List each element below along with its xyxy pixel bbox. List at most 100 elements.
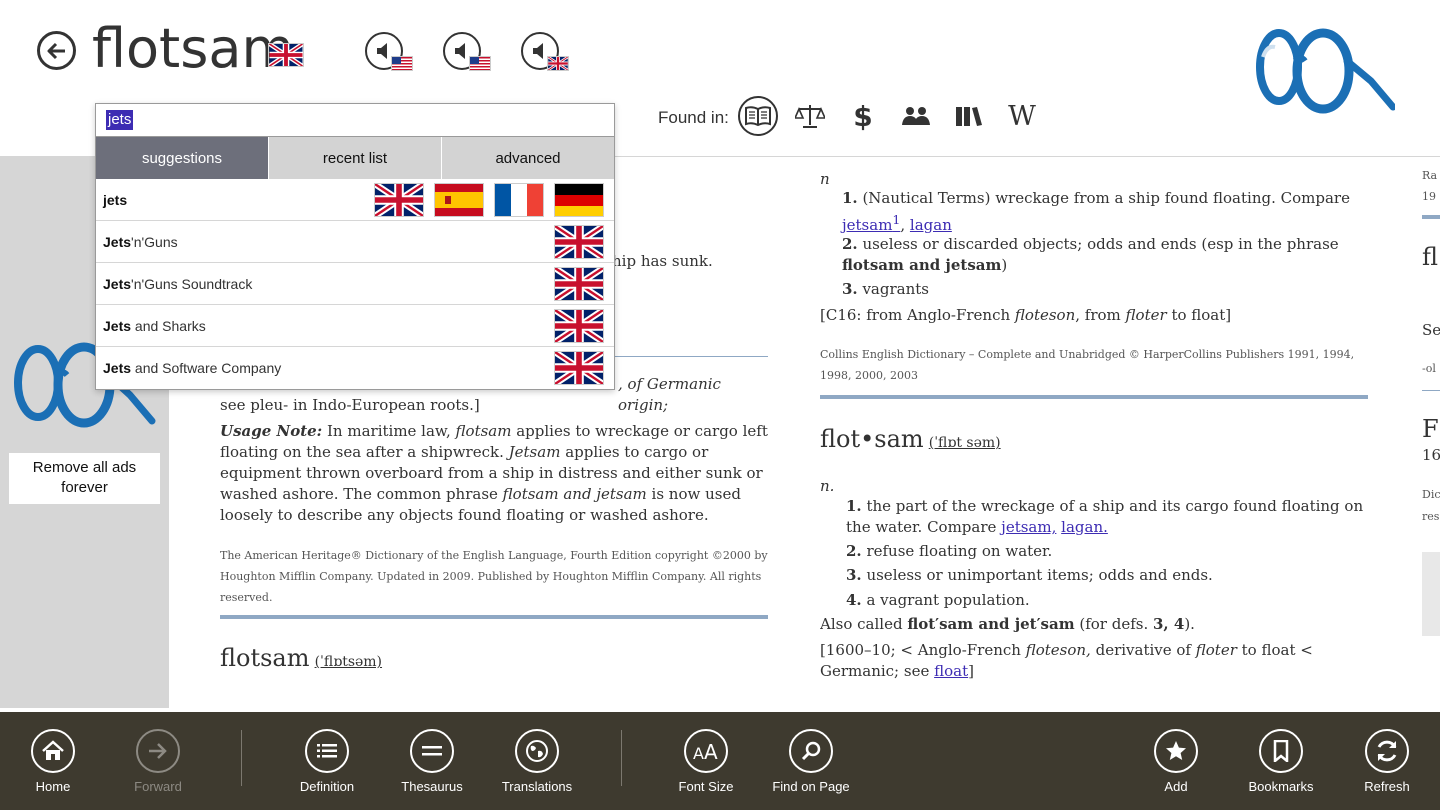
tab-recent-list[interactable]: recent list bbox=[269, 137, 442, 179]
pronunciation-link[interactable]: (ˈflɒt səm) bbox=[929, 435, 1001, 451]
encyclopedia-source-button[interactable] bbox=[949, 96, 989, 136]
forward-label: Forward bbox=[134, 779, 182, 794]
definition-1: 1. the part of the wreckage of a ship an… bbox=[846, 496, 1366, 538]
tab-suggestions[interactable]: suggestions bbox=[96, 137, 269, 179]
bookmark-icon bbox=[1259, 729, 1303, 773]
def-text: refuse floating on water. bbox=[866, 542, 1053, 560]
add-label: Add bbox=[1164, 779, 1188, 794]
dictionary-source-button[interactable] bbox=[738, 96, 778, 136]
find-on-page-button[interactable]: Find on Page bbox=[761, 729, 861, 794]
section-divider bbox=[1422, 390, 1440, 391]
link-jetsam[interactable]: jetsam, bbox=[1001, 518, 1056, 536]
entry-headword: flot•sam (ˈflɒt səm) bbox=[820, 425, 1001, 453]
pronounce-uk-button[interactable] bbox=[521, 32, 569, 71]
language-flags bbox=[554, 267, 604, 301]
uk-flag-icon[interactable] bbox=[554, 267, 604, 301]
language-flags bbox=[374, 183, 604, 217]
app-logo bbox=[1255, 25, 1397, 120]
language-flags bbox=[554, 309, 604, 343]
suggestion-match: Jets bbox=[103, 276, 132, 292]
magnifier-icon bbox=[789, 729, 833, 773]
definition-fragment: hip has sunk. bbox=[612, 252, 713, 270]
remove-ads-button[interactable]: Remove all ads forever bbox=[9, 453, 160, 504]
thesaurus-button[interactable]: Thesaurus bbox=[382, 729, 482, 794]
search-input[interactable]: jets bbox=[96, 104, 614, 137]
font-size-button[interactable]: AA Font Size bbox=[656, 729, 756, 794]
uk-flag-icon[interactable] bbox=[554, 351, 604, 385]
uk-flag-icon[interactable] bbox=[554, 225, 604, 259]
headword: flot•sam bbox=[820, 425, 924, 453]
uk-flag-icon[interactable] bbox=[374, 183, 424, 217]
suggestion-item[interactable]: jets bbox=[96, 179, 614, 221]
globe-icon bbox=[515, 729, 559, 773]
home-button[interactable]: Home bbox=[3, 729, 103, 794]
language-flags bbox=[554, 225, 604, 259]
remove-ads-label: Remove all ads bbox=[32, 459, 137, 476]
translations-button[interactable]: Translations bbox=[487, 729, 587, 794]
remove-ads-label-2: forever bbox=[61, 479, 108, 496]
financial-source-button[interactable]: $ bbox=[843, 96, 883, 136]
def-number: 2. bbox=[846, 542, 862, 560]
france-flag-icon[interactable] bbox=[494, 183, 544, 217]
link-float[interactable]: float bbox=[934, 662, 968, 680]
pronounce-us-button[interactable] bbox=[365, 32, 413, 71]
clipped-text: -ol bbox=[1422, 362, 1436, 375]
definition-4: 4. a vagrant population. bbox=[846, 590, 1030, 611]
tab-advanced[interactable]: advanced bbox=[442, 137, 614, 179]
glasses-logo-icon bbox=[1256, 28, 1397, 114]
etym-text: to float] bbox=[1166, 306, 1232, 324]
add-bookmark-button[interactable]: Add bbox=[1126, 729, 1226, 794]
link-lagan[interactable]: lagan bbox=[910, 216, 952, 234]
etym-text: [1600–10; < Anglo-French bbox=[820, 641, 1026, 659]
clipped-text: 16 bbox=[1422, 446, 1440, 464]
definition-button[interactable]: Definition bbox=[277, 729, 377, 794]
usage-note-label: Usage Note: bbox=[220, 422, 323, 440]
definition-2: 2. refuse floating on water. bbox=[846, 541, 1052, 562]
people-source-button[interactable] bbox=[896, 96, 936, 136]
refresh-button[interactable]: Refresh bbox=[1337, 729, 1437, 794]
scroll-region[interactable] bbox=[1422, 552, 1440, 636]
translations-label: Translations bbox=[501, 779, 573, 794]
home-icon bbox=[31, 729, 75, 773]
font-size-icon: AA bbox=[684, 729, 728, 773]
uk-flag-icon[interactable] bbox=[554, 309, 604, 343]
suggestion-item[interactable]: Jets and Software Company bbox=[96, 347, 614, 389]
def-number: 2. bbox=[842, 235, 858, 253]
legal-source-button[interactable] bbox=[790, 96, 830, 136]
usage-italic: flotsam and jetsam bbox=[502, 485, 647, 503]
usage-text: In maritime law, bbox=[322, 422, 456, 440]
entry-headword: flotsam (ˈflɒtsəm) bbox=[220, 644, 382, 672]
suggestion-item[interactable]: Jets'n'Guns Soundtrack bbox=[96, 263, 614, 305]
pronounce-us-2-button[interactable] bbox=[443, 32, 491, 71]
forward-button[interactable]: Forward bbox=[108, 729, 208, 794]
etym-italic: floteson, bbox=[1025, 641, 1091, 659]
suggestion-item[interactable]: Jets and Sharks bbox=[96, 305, 614, 347]
part-of-speech: n. bbox=[820, 477, 835, 495]
list-icon bbox=[305, 729, 349, 773]
also-text: ). bbox=[1184, 615, 1195, 633]
bookmarks-button[interactable]: Bookmarks bbox=[1231, 729, 1331, 794]
def-text: useless or discarded objects; odds and e… bbox=[862, 235, 1339, 253]
def-number: 3. bbox=[842, 280, 858, 298]
spain-flag-icon[interactable] bbox=[434, 183, 484, 217]
wikipedia-icon: W bbox=[1008, 100, 1036, 132]
usage-italic: Jetsam bbox=[508, 443, 561, 461]
clipped-text: Ra bbox=[1422, 169, 1438, 182]
page-title: flotsam bbox=[92, 17, 295, 80]
link-jetsam[interactable]: jetsam1 bbox=[842, 212, 900, 234]
suggestion-item[interactable]: Jets'n'Guns bbox=[96, 221, 614, 263]
us-flag-icon bbox=[469, 56, 491, 71]
pronunciation-link[interactable]: (ˈflɒtsəm) bbox=[315, 654, 382, 670]
bookmarks-label: Bookmarks bbox=[1248, 779, 1314, 794]
svg-text:$: $ bbox=[853, 101, 872, 131]
def-number: 4. bbox=[846, 591, 862, 609]
font-size-label: Font Size bbox=[678, 779, 734, 794]
etym-text: , from bbox=[1075, 306, 1126, 324]
link-lagan[interactable]: lagan. bbox=[1061, 518, 1108, 536]
also-text: Also called bbox=[820, 615, 908, 633]
back-button[interactable] bbox=[37, 31, 76, 70]
wikipedia-source-button[interactable]: W bbox=[1002, 96, 1042, 136]
dollar-icon: $ bbox=[853, 101, 872, 131]
source-citation: Collins English Dictionary – Complete an… bbox=[820, 348, 1355, 382]
germany-flag-icon[interactable] bbox=[554, 183, 604, 217]
